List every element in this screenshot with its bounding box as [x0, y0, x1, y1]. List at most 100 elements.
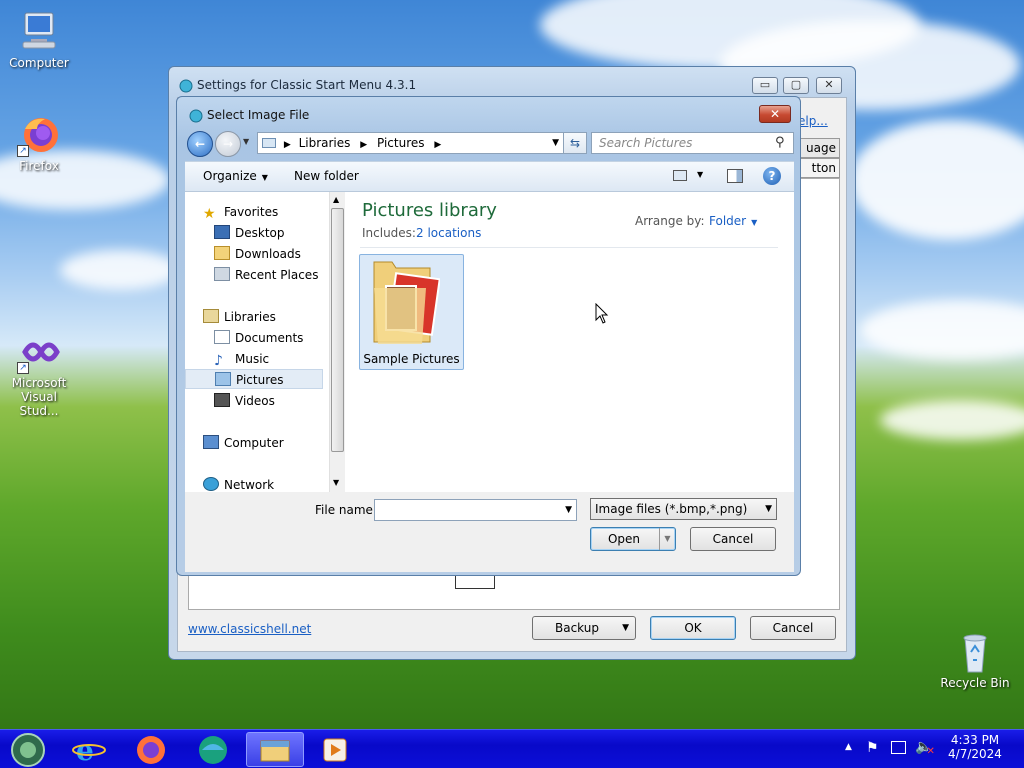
- breadcrumb-separator-icon: ▶: [434, 140, 442, 150]
- language-tab[interactable]: uage: [796, 138, 840, 158]
- desktop-icon-computer[interactable]: Computer: [1, 10, 77, 70]
- pictures-icon: [215, 372, 231, 386]
- divider: [360, 247, 778, 248]
- forward-arrow-icon[interactable]: →: [215, 131, 241, 157]
- internet-explorer-icon: e: [72, 734, 106, 767]
- svg-text:e: e: [76, 734, 94, 767]
- clock[interactable]: 4:33 PM 4/7/2024: [945, 733, 1005, 761]
- help-link[interactable]: elp...: [798, 114, 828, 128]
- computer-icon: [17, 10, 61, 54]
- classicshell-link[interactable]: www.classicshell.net: [188, 622, 311, 636]
- volume-muted-icon[interactable]: 🔈✕: [915, 739, 941, 757]
- libraries-folder-icon: [262, 138, 276, 148]
- star-icon: ★: [203, 206, 216, 222]
- nav-label: Desktop: [235, 226, 285, 240]
- settings-window-title: Settings for Classic Start Menu 4.3.1: [197, 78, 417, 92]
- arrange-by-dropdown[interactable]: Folder ▼: [709, 214, 757, 228]
- show-hidden-icons-icon[interactable]: ▲: [845, 742, 852, 752]
- dropdown-arrow-icon: ▼: [261, 173, 268, 182]
- nav-favorites[interactable]: ★ Favorites: [203, 202, 341, 222]
- folder-label: Sample Pictures: [363, 352, 460, 366]
- nav-label: Music: [235, 352, 270, 366]
- recycle-bin-icon: [953, 630, 997, 674]
- taskbar-media-player[interactable]: [310, 732, 360, 767]
- ok-button[interactable]: OK: [650, 616, 736, 640]
- open-dropdown-icon[interactable]: ▼: [659, 528, 675, 550]
- dialog-title: Select Image File: [207, 108, 310, 122]
- file-type-select[interactable]: Image files (*.bmp,*.png) ▼: [590, 498, 777, 520]
- start-button[interactable]: [4, 732, 54, 767]
- nav-libraries[interactable]: Libraries: [203, 307, 341, 327]
- file-explorer-icon: [260, 740, 290, 762]
- backup-label: Backup: [555, 621, 599, 635]
- navigation-scrollbar[interactable]: ▲ ▼: [329, 192, 345, 492]
- media-player-icon: [323, 738, 347, 762]
- file-name-label: File name:: [315, 503, 377, 517]
- dropdown-arrow-icon: ▼: [751, 218, 758, 227]
- file-selection-area: File name: ▼ Image files (*.bmp,*.png) ▼ …: [185, 492, 794, 572]
- button-tab[interactable]: tton: [796, 158, 840, 178]
- address-dropdown-icon[interactable]: ▼: [552, 133, 559, 153]
- back-arrow-icon[interactable]: ←: [187, 131, 213, 157]
- taskbar-internet-explorer[interactable]: e: [64, 732, 114, 767]
- desktop-icon-label: Visual Stud...: [19, 390, 59, 418]
- maximize-button[interactable]: ▢: [783, 77, 809, 94]
- taskbar-firefox[interactable]: [126, 732, 176, 767]
- action-center-flag-icon[interactable]: ⚑: [866, 740, 879, 756]
- desktop-icon-label: Recycle Bin: [940, 676, 1010, 690]
- scrollbar-thumb[interactable]: [331, 208, 344, 452]
- minimize-button[interactable]: ▭: [752, 77, 778, 94]
- arrange-by-label: Arrange by:: [635, 214, 705, 228]
- close-button[interactable]: ✕: [816, 77, 842, 94]
- includes-label: Includes:: [362, 226, 416, 240]
- desktop-icon-visual-studio[interactable]: ↗ Microsoft Visual Stud...: [1, 330, 77, 418]
- breadcrumb-libraries[interactable]: Libraries: [299, 136, 351, 150]
- navigation-pane: ★ Favorites Desktop Downloads Recent Plac…: [185, 192, 330, 492]
- file-name-input[interactable]: ▼: [374, 499, 577, 521]
- nav-computer[interactable]: Computer: [203, 433, 341, 453]
- backup-button[interactable]: Backup ▼: [532, 616, 636, 640]
- desktop-icon-label: Microsoft: [11, 376, 67, 390]
- navigation-bar: ← → ▼ ▶ Libraries ▶ Pictures ▶ ▼ ⇆ Searc…: [185, 129, 794, 157]
- recent-places-icon: [214, 267, 230, 281]
- taskbar-explorer[interactable]: [246, 732, 304, 767]
- recent-pages-dropdown-icon[interactable]: ▼: [243, 137, 249, 146]
- nav-label: Downloads: [235, 247, 301, 261]
- shortcut-arrow-icon: ↗: [17, 362, 29, 374]
- clock-time: 4:33 PM: [950, 733, 1000, 747]
- classic-shell-icon: [199, 736, 227, 764]
- breadcrumb-pictures[interactable]: Pictures: [377, 136, 425, 150]
- search-input[interactable]: Search Pictures: [591, 132, 794, 154]
- desktop-icon: [214, 225, 230, 239]
- scroll-down-icon[interactable]: ▼: [333, 478, 339, 487]
- dialog-close-button[interactable]: ✕: [759, 105, 791, 123]
- select-image-dialog: Select Image File ✕ ← → ▼ ▶ Libraries ▶ …: [176, 96, 801, 576]
- taskbar-classic-shell[interactable]: [188, 732, 238, 767]
- desktop-icon-label: Computer: [9, 56, 69, 70]
- refresh-icon[interactable]: ⇆: [563, 132, 587, 154]
- preview-pane-icon[interactable]: [727, 169, 743, 183]
- open-button[interactable]: Open ▼: [590, 527, 676, 551]
- address-bar[interactable]: ▶ Libraries ▶ Pictures ▶ ▼: [257, 132, 566, 154]
- scroll-up-icon[interactable]: ▲: [333, 195, 339, 204]
- network-icon: [203, 477, 219, 491]
- sample-pictures-folder[interactable]: Sample Pictures: [359, 254, 464, 370]
- shortcut-arrow-icon: ↗: [17, 145, 29, 157]
- libraries-icon: [203, 309, 219, 323]
- network-status-icon[interactable]: [891, 741, 906, 754]
- library-title: Pictures library: [362, 200, 497, 221]
- start-orb-icon: [11, 733, 45, 767]
- nav-pictures[interactable]: Pictures: [185, 369, 323, 389]
- includes-link[interactable]: 2 locations: [416, 226, 481, 240]
- search-icon[interactable]: ⚲: [775, 135, 785, 150]
- desktop-icon-recycle-bin[interactable]: Recycle Bin: [937, 630, 1013, 690]
- cancel-button[interactable]: Cancel: [750, 616, 836, 640]
- views-icon[interactable]: [673, 170, 687, 181]
- desktop-icon-firefox[interactable]: ↗ Firefox: [1, 113, 77, 173]
- help-icon[interactable]: ?: [763, 167, 781, 185]
- organize-button[interactable]: Organize ▼: [203, 169, 268, 183]
- new-folder-button[interactable]: New folder: [294, 169, 359, 183]
- clock-date: 4/7/2024: [948, 747, 1002, 761]
- dialog-cancel-button[interactable]: Cancel: [690, 527, 776, 551]
- views-dropdown-icon[interactable]: ▼: [697, 170, 703, 179]
